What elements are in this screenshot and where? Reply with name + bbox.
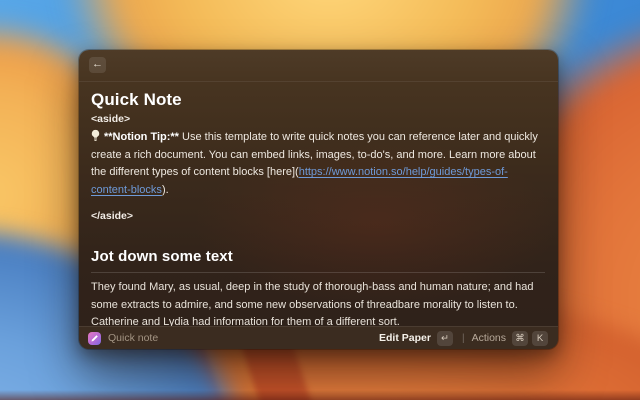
section-divider — [91, 272, 545, 273]
aside-close-tag: </aside> — [91, 210, 545, 222]
pencil-icon — [90, 334, 99, 343]
window-header: ← — [79, 50, 558, 82]
app-label: Quick note — [108, 332, 158, 344]
wallpaper-bottom-shade — [0, 390, 640, 400]
notion-tip-block: **Notion Tip:** Use this template to wri… — [91, 129, 545, 199]
section-body-text: They found Mary, as usual, deep in the s… — [91, 279, 545, 332]
command-key-icon: ⌘ — [515, 333, 525, 344]
command-bar: Quick note Edit Paper ↵ | Actions ⌘ K — [79, 326, 558, 349]
return-key-badge: ↵ — [437, 331, 453, 346]
edit-paper-button[interactable]: Edit Paper — [379, 332, 431, 344]
quick-note-app-icon — [88, 332, 101, 345]
aside-open-tag: <aside> — [91, 113, 545, 125]
tip-text-end: ). — [162, 184, 169, 196]
back-arrow-icon: ← — [92, 58, 103, 70]
k-key-badge: K — [532, 331, 548, 346]
note-content[interactable]: Quick Note <aside> **Notion Tip:** Use t… — [79, 82, 558, 349]
tip-bold-prefix: **Notion Tip:** — [104, 131, 179, 143]
quick-note-window: ← Quick Note <aside> **Notion Tip:** Use… — [79, 50, 558, 349]
lightbulb-icon — [91, 129, 100, 142]
actions-button[interactable]: Actions — [472, 332, 506, 344]
return-key-icon: ↵ — [441, 333, 449, 344]
command-bar-divider: | — [462, 333, 465, 344]
section-heading-jot: Jot down some text — [91, 248, 545, 265]
back-button[interactable]: ← — [89, 57, 106, 73]
page-title: Quick Note — [91, 90, 545, 110]
cmd-key-badge: ⌘ — [512, 331, 528, 346]
